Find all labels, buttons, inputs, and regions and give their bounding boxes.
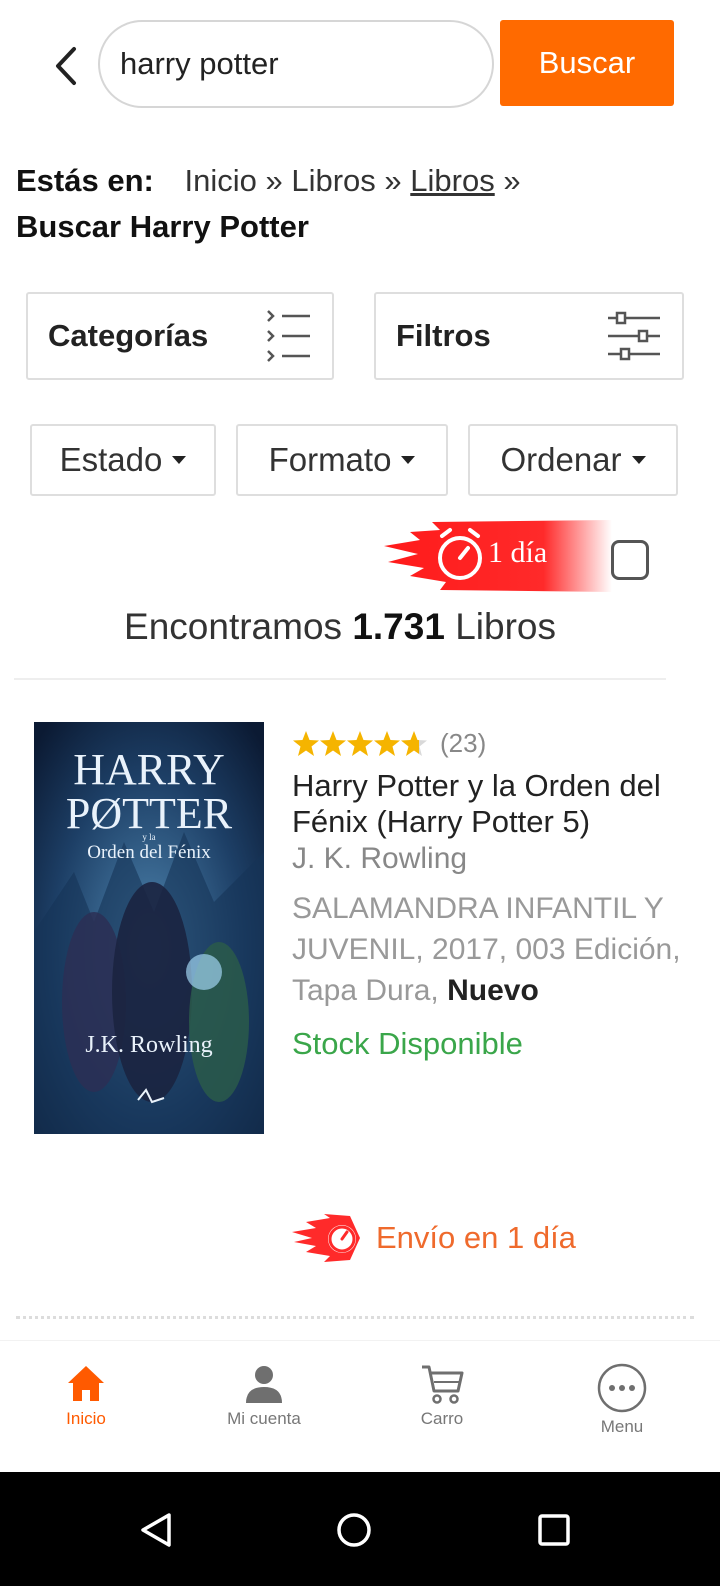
formato-label: Formato bbox=[268, 441, 392, 478]
chevron-left-icon bbox=[56, 47, 76, 85]
search-field[interactable] bbox=[98, 20, 494, 108]
fast-delivery-label: 1 día bbox=[488, 536, 548, 569]
stock-status: Stock Disponible bbox=[292, 1026, 523, 1061]
system-recents-button[interactable] bbox=[524, 1500, 584, 1560]
search-button[interactable]: Buscar bbox=[500, 20, 674, 106]
estado-dropdown[interactable]: Estado bbox=[30, 424, 216, 496]
book-cover-image[interactable]: HARRY PØTTER y la Orden del Fénix J.K. R… bbox=[34, 722, 264, 1134]
ordenar-label: Ordenar bbox=[500, 441, 622, 478]
filters-label: Filtros bbox=[396, 318, 491, 353]
system-navigation-bar bbox=[0, 1472, 720, 1586]
fast-delivery-checkbox[interactable] bbox=[611, 540, 649, 580]
breadcrumb-separator: » bbox=[384, 163, 402, 198]
square-recents-icon bbox=[538, 1514, 570, 1546]
circle-home-icon bbox=[337, 1513, 371, 1547]
nav-item-menu[interactable]: Menu bbox=[552, 1363, 692, 1437]
system-back-button[interactable] bbox=[126, 1500, 186, 1560]
nav-label-inicio: Inicio bbox=[66, 1409, 106, 1428]
divider bbox=[14, 678, 666, 680]
nav-label-mi-cuenta: Mi cuenta bbox=[227, 1409, 301, 1428]
nav-item-carro[interactable]: Carro bbox=[372, 1363, 512, 1429]
sliders-icon bbox=[608, 311, 660, 361]
categories-button[interactable]: Categorías bbox=[26, 292, 334, 380]
results-count: Encontramos 1.731 Libros bbox=[124, 606, 556, 647]
cover-author: J.K. Rowling bbox=[85, 1032, 212, 1058]
fast-shipping-icon bbox=[292, 1214, 360, 1262]
breadcrumb-prefix: Estás en: bbox=[16, 163, 154, 198]
shipping-info: Envío en 1 día bbox=[290, 1212, 576, 1264]
nav-item-mi-cuenta[interactable]: Mi cuenta bbox=[194, 1363, 334, 1429]
formato-dropdown[interactable]: Formato bbox=[236, 424, 448, 496]
home-icon bbox=[68, 1366, 104, 1401]
cover-title-small: y la bbox=[142, 832, 155, 842]
ordenar-dropdown[interactable]: Ordenar bbox=[468, 424, 678, 496]
star-rating-icon bbox=[293, 730, 427, 756]
cover-title: HARRY bbox=[73, 745, 225, 794]
nav-label-menu: Menu bbox=[600, 1417, 644, 1436]
product-condition: Nuevo bbox=[447, 974, 539, 1007]
user-icon bbox=[246, 1366, 282, 1403]
search-input[interactable] bbox=[120, 46, 472, 82]
product-details: SALAMANDRA INFANTIL Y JUVENIL, 2017, 003… bbox=[292, 892, 681, 1007]
dotted-divider bbox=[16, 1316, 694, 1319]
breadcrumb-separator: » bbox=[503, 163, 521, 198]
breadcrumb-link-libros-sub[interactable]: Libros bbox=[410, 163, 494, 198]
breadcrumb-separator: » bbox=[265, 163, 283, 198]
nav-item-inicio[interactable]: Inicio bbox=[16, 1363, 156, 1429]
estado-label: Estado bbox=[59, 441, 163, 478]
cart-icon bbox=[422, 1365, 464, 1404]
caret-down-icon bbox=[401, 456, 416, 464]
product-author: J. K. Rowling bbox=[292, 842, 468, 875]
nav-label-carro: Carro bbox=[420, 1409, 464, 1428]
system-home-button[interactable] bbox=[324, 1500, 384, 1560]
triangle-back-icon bbox=[141, 1513, 171, 1547]
cover-subtitle: Orden del Fénix bbox=[87, 842, 211, 863]
caret-down-icon bbox=[631, 456, 646, 464]
breadcrumb-link-inicio[interactable]: Inicio bbox=[184, 163, 256, 198]
more-icon bbox=[597, 1363, 647, 1413]
back-button[interactable] bbox=[44, 36, 88, 96]
breadcrumb: Estás en: Inicio » Libros » Libros » Bus… bbox=[16, 158, 696, 250]
rating: (23) bbox=[292, 728, 486, 759]
product-title[interactable]: Harry Potter y la Orden del Fénix (Harry… bbox=[292, 768, 692, 840]
category-list-icon bbox=[267, 310, 310, 362]
bottom-navigation: Inicio Mi cuenta Carro Menu bbox=[0, 1340, 720, 1472]
categories-label: Categorías bbox=[48, 318, 209, 353]
breadcrumb-link-libros[interactable]: Libros bbox=[291, 163, 375, 198]
caret-down-icon bbox=[172, 456, 187, 464]
shipping-label: Envío en 1 día bbox=[376, 1220, 576, 1255]
cover-title-2: PØTTER bbox=[66, 789, 233, 838]
review-count: (23) bbox=[440, 728, 487, 758]
breadcrumb-current: Buscar Harry Potter bbox=[16, 209, 309, 244]
filters-button[interactable]: Filtros bbox=[374, 292, 684, 380]
